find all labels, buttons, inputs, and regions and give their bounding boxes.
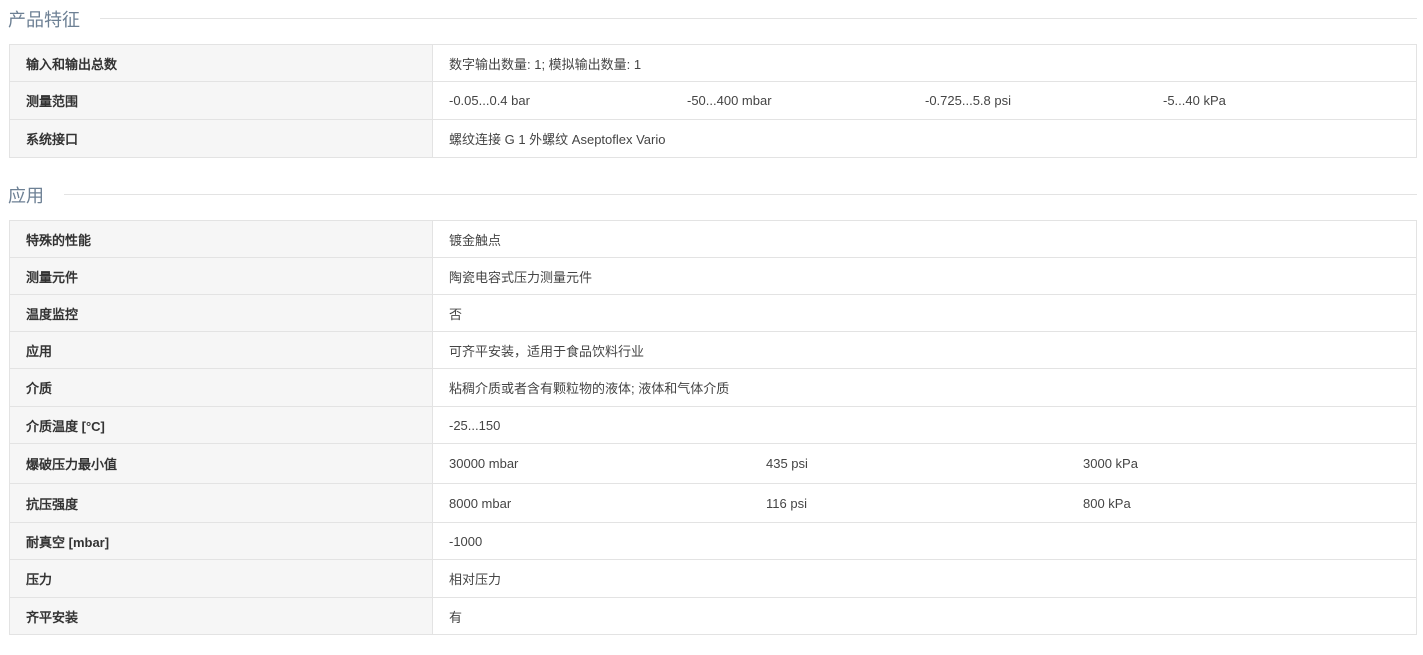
row-value: 相对压力 [449,572,502,587]
table-row: 耐真空 [mbar] -1000 [9,522,1417,560]
row-value-cell: 可齐平安装，适用于食品饮料行业 [432,331,1417,369]
row-label: 介质温度 [°C] [9,406,433,444]
row-label: 齐平安装 [9,597,433,635]
row-value-cell: 镀金触点 [432,220,1417,258]
table-row: 测量范围 -0.05...0.4 bar -50...400 mbar -0.725.… [9,81,1417,120]
table-row: 测量元件 陶瓷电容式压力测量元件 [9,257,1417,295]
row-value: 可齐平安装，适用于食品饮料行业 [449,343,645,359]
section-title: 产品特征 [8,5,100,32]
row-value: 116 psi [766,495,807,511]
row-label: 抗压强度 [9,483,433,523]
section-header: 应用 [0,176,1423,213]
row-label: 温度监控 [9,294,433,332]
row-value: -0.725...5.8 psi [925,93,1011,108]
section-application: 应用 特殊的性能 镀金触点 测量元件 陶瓷电容式压力测量元件 温度监控否应用 可齐平安装，… [0,176,1423,635]
row-value-cell: 螺纹连接 G 1 外螺纹 Aseptoflex Vario [432,119,1417,158]
divider [100,18,1417,19]
row-value: -25...150 [449,417,501,433]
row-value: 3000 kPa [1083,456,1138,471]
table-row: 抗压强度 8000 mbar 116 psi 800 kPa [9,483,1417,523]
row-label: 系统接口 [9,119,433,158]
row-value: 有 [449,609,463,625]
row-value: 陶瓷电容式压力测量元件 [449,269,593,285]
row-label: 特殊的性能 [9,220,433,258]
row-label: 应用 [9,331,433,369]
row-value-cell: 否 [432,294,1417,332]
row-label: 测量范围 [9,81,433,120]
table-row: 爆破压力最小值 30000 mbar 435 psi 3000 kPa [9,443,1417,484]
table-row: 压力 相对压力 [9,559,1417,598]
section-title: 应用 [8,181,64,208]
row-value-cell: 相对压力 [432,559,1417,598]
row-value-cell: -1000 [432,522,1417,560]
row-value-cell: -25...150 [432,406,1417,444]
row-value: 30000 mbar [449,456,519,471]
row-value: 800 kPa [1083,495,1131,511]
row-label: 输入和输出总数 [9,44,433,82]
row-label: 爆破压力最小值 [9,443,433,484]
table-row: 介质 粘稠介质或者含有颗粒物的液体; 液体和气体介质 [9,368,1417,407]
row-value: 数字输出数量: 1; 模拟输出数量: 1 [449,56,642,72]
row-value-cell: 30000 mbar 435 psi 3000 kPa [432,443,1417,484]
row-value: -1000 [449,533,483,549]
row-value-cell: 陶瓷电容式压力测量元件 [432,257,1417,295]
table-row: 系统接口 螺纹连接 G 1 外螺纹 Aseptoflex Vario [9,119,1417,158]
row-value-cell: 数字输出数量: 1; 模拟输出数量: 1 [432,44,1417,82]
row-value-cell: -0.05...0.4 bar -50...400 mbar -0.725...5.… [432,81,1417,120]
row-value-cell: 有 [432,597,1417,635]
row-value: 435 psi [766,456,808,471]
row-label: 耐真空 [mbar] [9,522,433,560]
row-value: -50...400 mbar [687,93,772,108]
row-value: -5...40 kPa [1163,93,1226,108]
table-row: 温度监控否 [9,294,1417,332]
row-label: 介质 [9,368,433,407]
section-product-features: 产品特征 输入和输出总数 数字输出数量: 1; 模拟输出数量: 1 测量范围 -0.0… [0,0,1423,158]
row-value: 镀金触点 [449,232,502,248]
table-row: 应用 可齐平安装，适用于食品饮料行业 [9,331,1417,369]
row-value-cell: 粘稠介质或者含有颗粒物的液体; 液体和气体介质 [432,368,1417,407]
table-row: 输入和输出总数 数字输出数量: 1; 模拟输出数量: 1 [9,44,1417,82]
row-value: 粘稠介质或者含有颗粒物的液体; 液体和气体介质 [449,381,730,396]
spec-table-features: 输入和输出总数 数字输出数量: 1; 模拟输出数量: 1 测量范围 -0.05...0… [9,44,1417,158]
table-row: 介质温度 [°C] -25...150 [9,406,1417,444]
row-value: 8000 mbar [449,495,512,511]
table-row: 特殊的性能 镀金触点 [9,220,1417,258]
row-value: -0.05...0.4 bar [449,93,530,108]
table-row: 齐平安装有 [9,597,1417,635]
row-label: 测量元件 [9,257,433,295]
row-value-cell: 8000 mbar 116 psi 800 kPa [432,483,1417,523]
row-label: 压力 [9,559,433,598]
divider [64,194,1417,195]
row-value: 螺纹连接 G 1 外螺纹 Aseptoflex Vario [449,132,666,147]
spec-table-application: 特殊的性能 镀金触点 测量元件 陶瓷电容式压力测量元件 温度监控否应用 可齐平安装，适用于… [9,220,1417,635]
section-header: 产品特征 [0,0,1423,37]
row-value: 否 [449,306,463,322]
